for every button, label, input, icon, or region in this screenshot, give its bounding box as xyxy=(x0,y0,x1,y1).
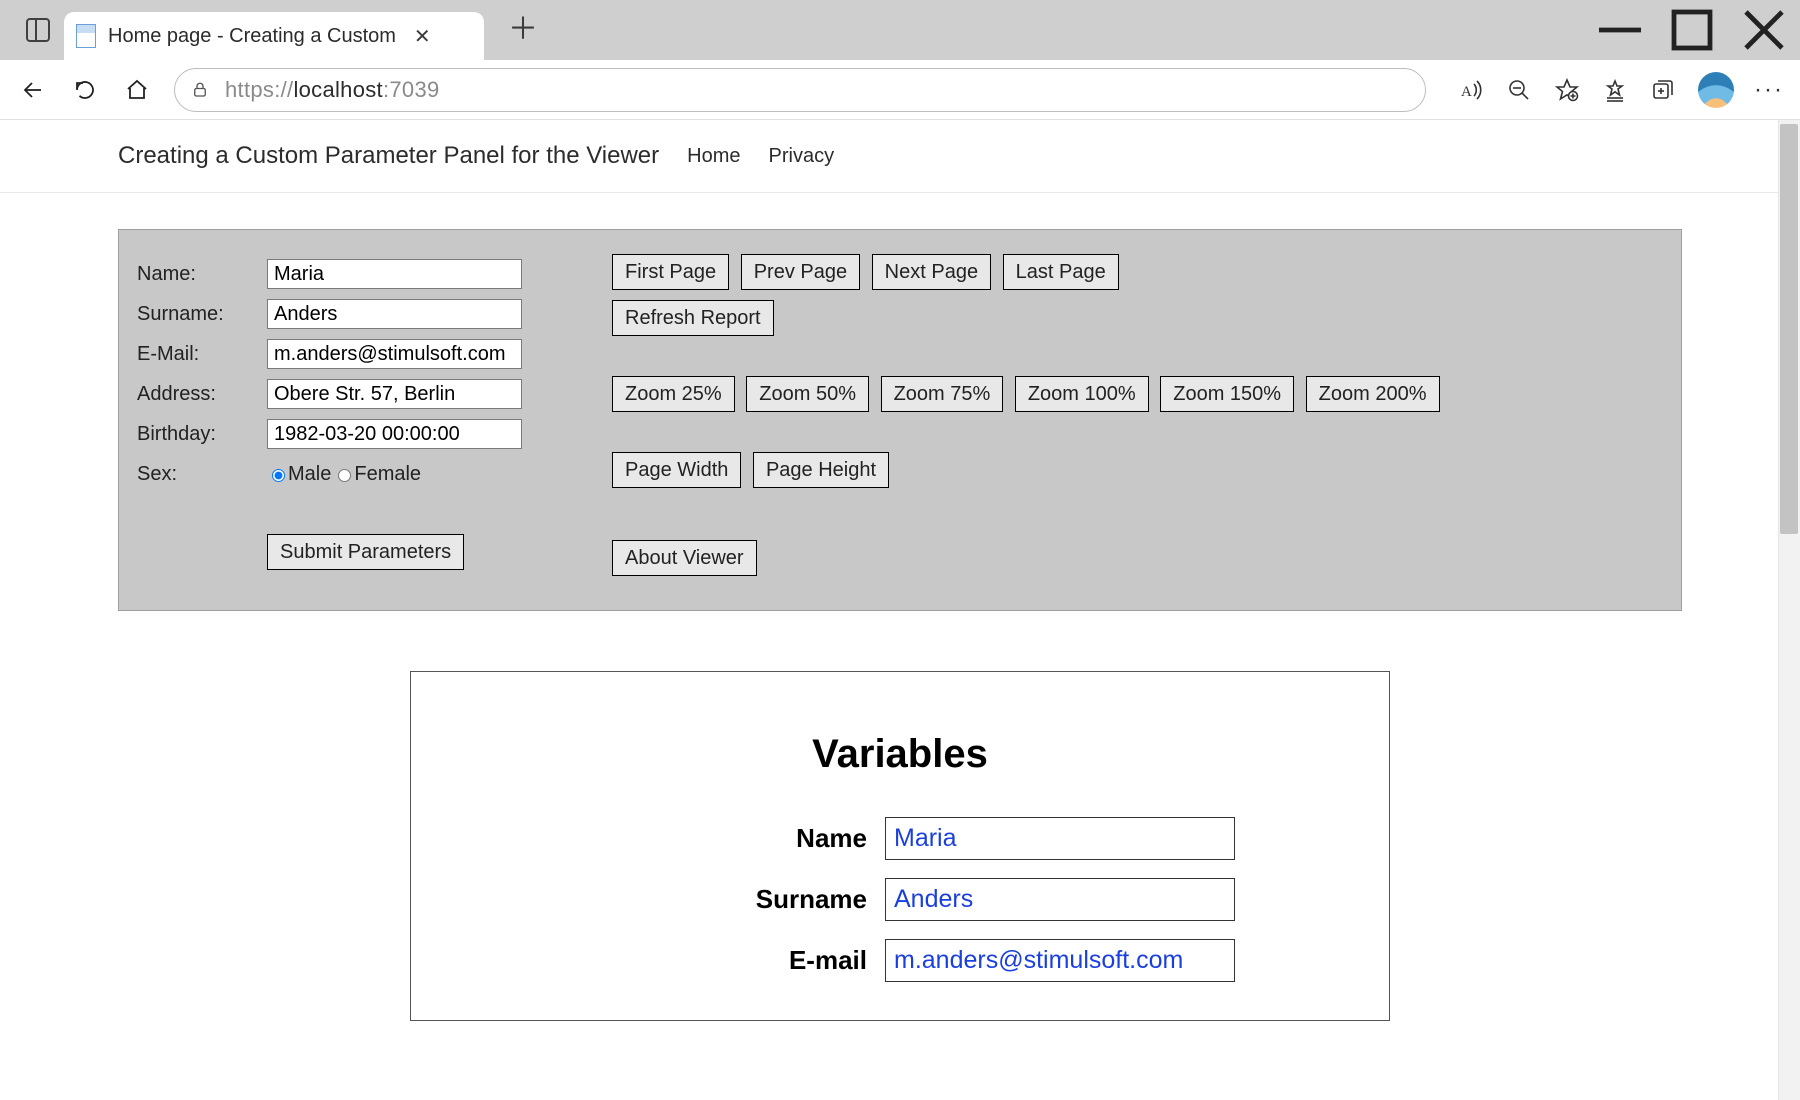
close-tab-icon[interactable]: ✕ xyxy=(414,24,431,49)
browser-toolbar: https://localhost:7039 A ··· xyxy=(0,60,1800,120)
nav-link-privacy[interactable]: Privacy xyxy=(769,145,835,168)
next-page-button[interactable]: Next Page xyxy=(872,254,991,290)
input-name[interactable] xyxy=(267,259,522,289)
minimize-button[interactable] xyxy=(1584,0,1656,60)
zoom-25-button[interactable]: Zoom 25% xyxy=(612,376,735,412)
address-bar[interactable]: https://localhost:7039 xyxy=(174,68,1426,112)
tab-title: Home page - Creating a Custom xyxy=(108,25,396,48)
scrollbar-thumb[interactable] xyxy=(1780,124,1798,534)
browser-tab[interactable]: Home page - Creating a Custom ✕ xyxy=(64,12,484,60)
radio-female[interactable] xyxy=(338,469,351,482)
first-page-button[interactable]: First Page xyxy=(612,254,729,290)
page-width-button[interactable]: Page Width xyxy=(612,452,741,488)
radio-male[interactable] xyxy=(272,469,285,482)
zoom-150-button[interactable]: Zoom 150% xyxy=(1160,376,1294,412)
back-button[interactable] xyxy=(18,75,48,105)
radio-female-label: Female xyxy=(354,463,421,486)
refresh-button[interactable] xyxy=(70,75,100,105)
report-title: Variables xyxy=(411,732,1389,777)
prev-page-button[interactable]: Prev Page xyxy=(741,254,860,290)
collections-icon[interactable] xyxy=(1650,77,1676,103)
page-height-button[interactable]: Page Height xyxy=(753,452,889,488)
input-email[interactable] xyxy=(267,339,522,369)
report-preview: Variables Name Maria Surname Anders E-ma… xyxy=(410,671,1390,1021)
vertical-scrollbar[interactable] xyxy=(1778,120,1800,1100)
submit-parameters-button[interactable]: Submit Parameters xyxy=(267,534,464,570)
maximize-button[interactable] xyxy=(1656,0,1728,60)
side-panel-toggle-icon[interactable] xyxy=(26,18,50,42)
page-header: Creating a Custom Parameter Panel for th… xyxy=(0,120,1800,193)
about-viewer-button[interactable]: About Viewer xyxy=(612,540,757,576)
report-value-name: Maria xyxy=(885,817,1235,860)
home-button[interactable] xyxy=(122,75,152,105)
label-name: Name: xyxy=(137,263,267,286)
form-column: Name: Surname: E-Mail: Address: Birthday… xyxy=(137,254,522,586)
page-title: Creating a Custom Parameter Panel for th… xyxy=(118,142,659,170)
controls-column: First Page Prev Page Next Page Last Page… xyxy=(612,254,1440,586)
report-label-email: E-mail xyxy=(565,945,885,976)
label-surname: Surname: xyxy=(137,303,267,326)
report-value-surname: Anders xyxy=(885,878,1235,921)
report-row: Name Maria xyxy=(411,817,1389,860)
input-address[interactable] xyxy=(267,379,522,409)
zoom-75-button[interactable]: Zoom 75% xyxy=(881,376,1004,412)
more-menu-icon[interactable]: ··· xyxy=(1756,77,1782,103)
refresh-report-button[interactable]: Refresh Report xyxy=(612,300,774,336)
window-controls xyxy=(1584,0,1800,60)
label-birthday: Birthday: xyxy=(137,423,267,446)
tab-strip: Home page - Creating a Custom ✕ ＋ xyxy=(0,0,1800,60)
zoom-200-button[interactable]: Zoom 200% xyxy=(1306,376,1440,412)
browser-chrome: Home page - Creating a Custom ✕ ＋ https:… xyxy=(0,0,1800,120)
radio-male-label: Male xyxy=(288,463,331,486)
close-window-button[interactable] xyxy=(1728,0,1800,60)
nav-link-home[interactable]: Home xyxy=(687,145,740,168)
report-row: Surname Anders xyxy=(411,878,1389,921)
toolbar-right-icons: A ··· xyxy=(1458,72,1782,108)
report-row: E-mail m.anders@stimulsoft.com xyxy=(411,939,1389,982)
report-value-email: m.anders@stimulsoft.com xyxy=(885,939,1235,982)
zoom-100-button[interactable]: Zoom 100% xyxy=(1015,376,1149,412)
parameter-panel: Name: Surname: E-Mail: Address: Birthday… xyxy=(118,229,1682,611)
report-label-name: Name xyxy=(565,823,885,854)
zoom-50-button[interactable]: Zoom 50% xyxy=(746,376,869,412)
label-sex: Sex: xyxy=(137,463,267,486)
label-address: Address: xyxy=(137,383,267,406)
favorite-add-icon[interactable] xyxy=(1554,77,1580,103)
url-text: https://localhost:7039 xyxy=(225,77,440,103)
svg-text:A: A xyxy=(1461,84,1472,100)
input-birthday[interactable] xyxy=(267,419,522,449)
profile-avatar[interactable] xyxy=(1698,72,1734,108)
new-tab-button[interactable]: ＋ xyxy=(508,15,538,45)
report-label-surname: Surname xyxy=(565,884,885,915)
last-page-button[interactable]: Last Page xyxy=(1003,254,1119,290)
favorites-list-icon[interactable] xyxy=(1602,77,1628,103)
read-aloud-icon[interactable]: A xyxy=(1458,77,1484,103)
label-email: E-Mail: xyxy=(137,343,267,366)
page-viewport: Creating a Custom Parameter Panel for th… xyxy=(0,120,1800,1100)
input-surname[interactable] xyxy=(267,299,522,329)
zoom-out-icon[interactable] xyxy=(1506,77,1532,103)
lock-icon xyxy=(191,81,209,99)
favicon-icon xyxy=(76,24,96,48)
